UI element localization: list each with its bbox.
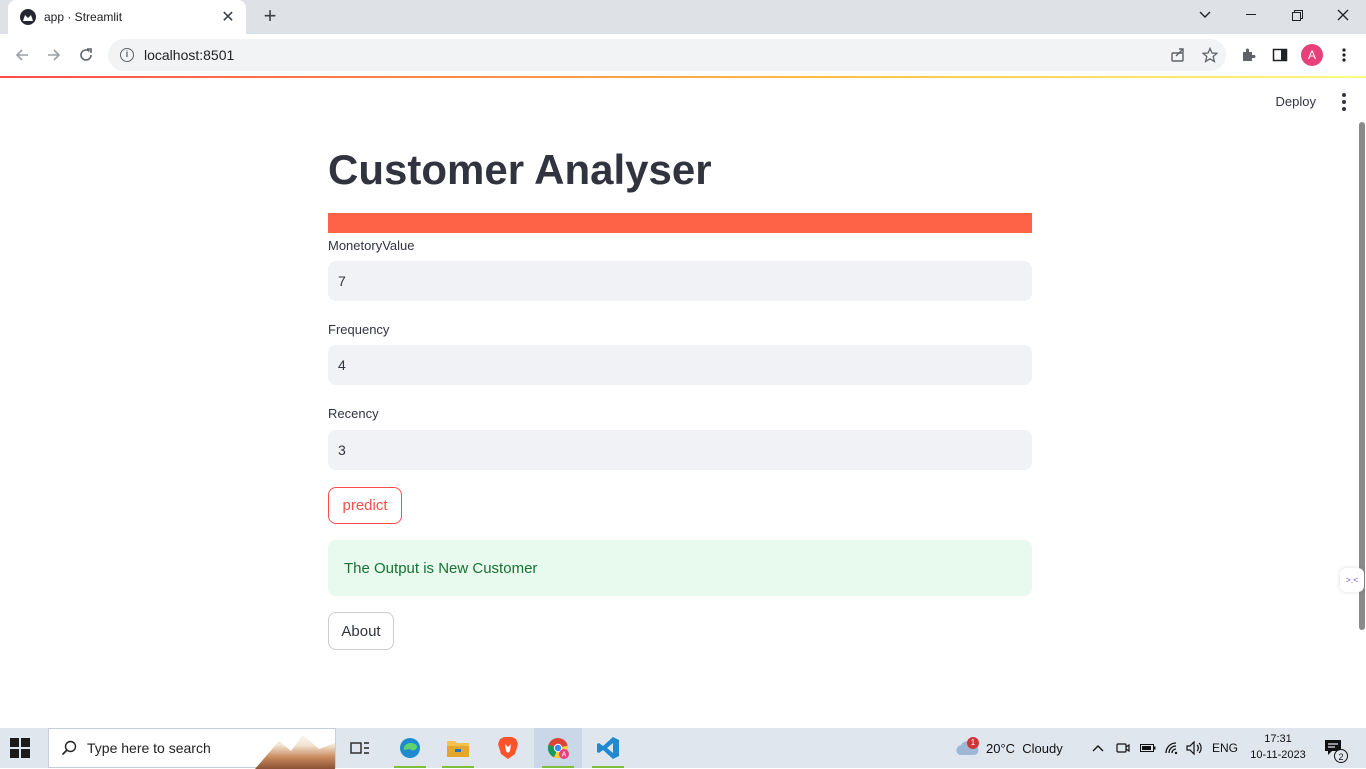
title-banner — [328, 213, 1032, 233]
share-icon[interactable] — [1162, 39, 1194, 71]
volume-icon[interactable] — [1186, 728, 1204, 768]
notification-count-badge: 2 — [1334, 749, 1348, 763]
url-text: localhost:8501 — [144, 47, 235, 63]
system-clock[interactable]: 17:31 10-11-2023 — [1246, 731, 1310, 763]
task-view-icon[interactable] — [336, 728, 384, 768]
chrome-menu-icon[interactable] — [1332, 43, 1356, 67]
tab-search-chevron-icon[interactable] — [1182, 0, 1228, 30]
predict-button[interactable]: predict — [328, 487, 402, 524]
tab-close-icon[interactable]: ✕ — [220, 7, 236, 27]
page-title: Customer Analyser — [328, 146, 712, 193]
wifi-icon[interactable] — [1164, 728, 1180, 768]
windows-taskbar: Type here to search A 1 20°C Cloudy ENG … — [0, 728, 1366, 769]
clock-date: 10-11-2023 — [1250, 749, 1306, 761]
extensions-puzzle-icon[interactable] — [1236, 43, 1260, 67]
reload-icon[interactable] — [74, 43, 98, 67]
deploy-button[interactable]: Deploy — [1276, 94, 1316, 109]
search-placeholder: Type here to search — [87, 740, 211, 756]
show-hidden-icons-chevron-icon[interactable] — [1092, 728, 1104, 768]
tab-title: app · Streamlit — [44, 10, 123, 24]
profile-avatar[interactable]: A — [1301, 44, 1323, 66]
new-tab-button[interactable]: + — [258, 4, 282, 28]
brave-browser-icon[interactable] — [484, 728, 532, 768]
streamlit-app: Deploy >.< Customer Analyser MonetoryVal… — [0, 78, 1366, 728]
edge-browser-icon[interactable] — [386, 728, 434, 768]
file-explorer-icon[interactable] — [434, 728, 482, 768]
streamlit-favicon-icon — [20, 9, 36, 25]
recency-input[interactable]: 3 — [328, 430, 1032, 470]
svg-text:A: A — [562, 752, 567, 759]
chrome-browser-icon[interactable]: A — [534, 728, 582, 768]
browser-tab-bar: app · Streamlit ✕ + — [0, 0, 1366, 34]
weather-alert-badge: 1 — [967, 737, 979, 749]
prediction-result-text: The Output is New Customer — [344, 559, 538, 577]
vscode-icon[interactable] — [584, 728, 632, 768]
weather-text[interactable]: 20°C Cloudy — [986, 728, 1063, 768]
address-bar[interactable]: i localhost:8501 — [108, 39, 1226, 71]
language-indicator[interactable]: ENG — [1212, 728, 1238, 768]
taskbar-search-box[interactable]: Type here to search — [48, 728, 336, 769]
recency-label: Recency — [328, 406, 379, 421]
clock-time: 17:31 — [1264, 733, 1292, 745]
battery-icon[interactable] — [1140, 728, 1156, 768]
search-highlight-image — [255, 735, 335, 769]
about-button[interactable]: About — [328, 612, 394, 650]
browser-toolbar: i localhost:8501 A — [0, 34, 1366, 76]
restore-icon[interactable] — [1274, 0, 1320, 30]
page-scrollbar[interactable] — [1359, 122, 1365, 630]
main-menu-icon[interactable] — [1340, 93, 1348, 111]
browser-tab[interactable]: app · Streamlit ✕ — [8, 0, 246, 34]
frequency-input[interactable]: 4 — [328, 345, 1032, 385]
back-arrow-icon[interactable] — [10, 43, 34, 67]
windows-start-icon[interactable] — [10, 738, 30, 758]
monetory-value-label: MonetoryValue — [328, 238, 415, 253]
close-window-icon[interactable] — [1320, 0, 1366, 30]
bookmark-star-icon[interactable] — [1194, 39, 1226, 71]
minimize-icon[interactable] — [1228, 0, 1274, 30]
search-icon — [61, 740, 77, 756]
monetory-value-input[interactable]: 7 — [328, 261, 1032, 301]
prediction-result-alert: The Output is New Customer — [328, 540, 1032, 596]
forward-arrow-icon[interactable] — [42, 43, 66, 67]
side-panel-icon[interactable] — [1268, 43, 1292, 67]
meet-now-icon[interactable] — [1116, 728, 1130, 768]
frequency-label: Frequency — [328, 322, 390, 337]
site-info-icon[interactable]: i — [120, 48, 134, 62]
devtools-widget-icon[interactable]: >.< — [1340, 568, 1364, 592]
